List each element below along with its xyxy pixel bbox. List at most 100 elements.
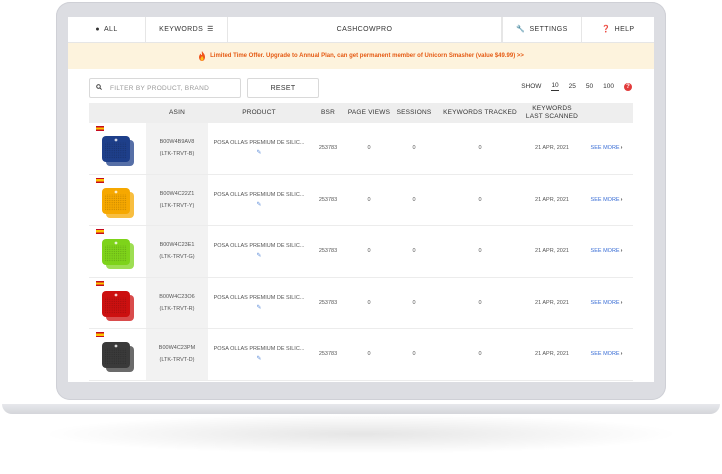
show-option-50[interactable]: 50: [586, 83, 593, 90]
user-icon: ●: [95, 26, 100, 33]
product-thumbnail[interactable]: [95, 126, 140, 170]
edit-icon[interactable]: ✎: [256, 149, 261, 156]
asin-value[interactable]: B00W4B9AV8: [160, 139, 195, 145]
product-name[interactable]: POSA OLLAS PREMIUM DE SILIC...: [214, 243, 305, 249]
show-option-10[interactable]: 10: [551, 82, 559, 91]
keywords-tracked-value: 0: [478, 196, 482, 203]
see-more-link[interactable]: SEE MORE›: [591, 300, 623, 306]
product-cell: POSA OLLAS PREMIUM DE SILIC... ✎: [208, 123, 310, 174]
bsr-value: 253783: [318, 351, 338, 358]
edit-icon[interactable]: ✎: [256, 355, 261, 362]
col-page-views[interactable]: PAGE VIEWS: [346, 103, 392, 123]
nav-help-label: HELP: [614, 26, 635, 33]
table-row-3[interactable]: B00W4C23E1 (LTK-TRVT-G) POSA OLLAS PREMI…: [89, 226, 633, 278]
col-last-line2: LAST SCANNED: [525, 113, 579, 120]
see-more-link[interactable]: SEE MORE›: [591, 145, 623, 151]
show-label: SHOW: [521, 83, 542, 90]
potholder-image: [100, 184, 136, 220]
nav-all-label: ALL: [103, 26, 118, 33]
edit-icon[interactable]: ✎: [256, 252, 261, 259]
spain-flag-icon: [95, 177, 104, 183]
nav-help[interactable]: ❓ HELP: [582, 17, 654, 42]
reset-button[interactable]: RESET: [247, 78, 319, 98]
table-row-4[interactable]: B00W4C23O6 (LTK-TRVT-R) POSA OLLAS PREMI…: [89, 277, 633, 329]
last-scanned-value: 21 APR, 2021: [535, 196, 569, 203]
sessions-value: 0: [412, 299, 416, 306]
table-header: ASIN PRODUCT BSR PAGE VIEWS SESSIONS KEY…: [89, 103, 633, 123]
col-keywords-last-scanned[interactable]: KEYWORDS LAST SCANNED: [524, 103, 580, 123]
product-image-cell: [89, 175, 146, 226]
promo-banner[interactable]: Limited Time Offer. Upgrade to Annual Pl…: [68, 43, 654, 69]
product-thumbnail[interactable]: [95, 280, 140, 325]
help-circle-icon[interactable]: ?: [624, 82, 632, 91]
table-row-5[interactable]: B00W4C23PM (LTK-TRVT-D) POSA OLLAS PREMI…: [89, 329, 633, 381]
chevron-right-icon: ›: [620, 196, 623, 203]
edit-icon[interactable]: ✎: [256, 201, 261, 208]
sku-value: (LTK-TRVT-R): [159, 305, 195, 312]
product-name[interactable]: POSA OLLAS PREMIUM DE SILIC...: [214, 192, 305, 198]
see-more-link[interactable]: SEE MORE›: [591, 197, 623, 203]
table-row-2[interactable]: B00W4C22Z1 (LTK-TRVT-Y) POSA OLLAS PREMI…: [89, 174, 633, 226]
asin-value[interactable]: B00W4C23PM: [159, 345, 195, 351]
asin-cell: B00W4C23E1 (LTK-TRVT-G): [146, 226, 208, 277]
col-product[interactable]: PRODUCT: [208, 103, 310, 123]
product-image-cell: [89, 278, 146, 329]
potholder-image: [100, 235, 136, 271]
page-views-value: 0: [367, 248, 371, 255]
nav-all[interactable]: ● ALL: [68, 17, 146, 42]
product-cell: POSA OLLAS PREMIUM DE SILIC... ✎: [208, 175, 310, 226]
product-thumbnail[interactable]: [95, 332, 140, 376]
spain-flag-icon: [95, 332, 104, 338]
col-sessions[interactable]: SESSIONS: [392, 103, 436, 123]
see-more-link[interactable]: SEE MORE›: [591, 248, 623, 254]
see-more-cell: SEE MORE›: [580, 329, 633, 380]
table-row-1[interactable]: B00W4B9AV8 (LTK-TRVT-B) POSA OLLAS PREMI…: [89, 123, 633, 175]
product-image-cell: [89, 226, 146, 277]
nav-settings-label: SETTINGS: [529, 26, 568, 33]
product-cell: POSA OLLAS PREMIUM DE SILIC... ✎: [208, 226, 310, 277]
asin-cell: B00W4C23PM (LTK-TRVT-D): [146, 329, 208, 380]
nav-keywords-label: KEYWORDS: [159, 26, 204, 33]
edit-icon[interactable]: ✎: [256, 304, 261, 311]
spain-flag-icon: [95, 280, 104, 286]
sku-value: (LTK-TRVT-G): [159, 254, 195, 261]
potholder-image: [100, 132, 136, 168]
col-keywords-tracked[interactable]: KEYWORDS TRACKED: [436, 103, 524, 123]
sessions-value: 0: [412, 145, 416, 152]
product-name[interactable]: POSA OLLAS PREMIUM DE SILIC...: [214, 140, 305, 146]
page-size-selector: SHOW 10 25 50 100 ?: [521, 82, 632, 91]
search-input[interactable]: [110, 84, 230, 92]
show-option-100[interactable]: 100: [603, 83, 614, 90]
asin-cell: B00W4C23O6 (LTK-TRVT-R): [146, 277, 208, 328]
see-more-cell: SEE MORE›: [580, 175, 633, 226]
asin-value[interactable]: B00W4C23O6: [159, 294, 194, 300]
page-views-value: 0: [367, 351, 371, 358]
nav-brand[interactable]: CASHCOWPRO: [228, 17, 502, 42]
nav-keywords[interactable]: KEYWORDS ☰: [146, 17, 228, 42]
flame-icon: [198, 51, 206, 61]
product-image-cell: [89, 123, 146, 174]
table-body: B00W4B9AV8 (LTK-TRVT-B) POSA OLLAS PREMI…: [89, 123, 633, 381]
see-more-cell: SEE MORE›: [580, 278, 633, 329]
bsr-value: 253783: [318, 248, 338, 255]
asin-cell: B00W4C22Z1 (LTK-TRVT-Y): [146, 174, 208, 225]
product-name[interactable]: POSA OLLAS PREMIUM DE SILIC...: [214, 346, 305, 352]
product-thumbnail[interactable]: [95, 229, 140, 273]
chevron-right-icon: ›: [620, 145, 623, 152]
sku-value: (LTK-TRVT-B): [159, 151, 195, 158]
search-icon: [96, 84, 102, 92]
nav-settings[interactable]: 🔧 SETTINGS: [502, 17, 582, 42]
question-icon: ❓: [601, 26, 611, 33]
asin-value[interactable]: B00W4C22Z1: [160, 191, 195, 197]
see-more-link[interactable]: SEE MORE›: [591, 351, 623, 357]
bsr-value: 253783: [318, 145, 338, 152]
keywords-tracked-value: 0: [478, 351, 482, 358]
last-scanned-value: 21 APR, 2021: [535, 299, 569, 306]
asin-value[interactable]: B00W4C23E1: [160, 242, 195, 248]
col-asin[interactable]: ASIN: [146, 103, 208, 123]
product-name[interactable]: POSA OLLAS PREMIUM DE SILIC...: [214, 295, 305, 301]
show-option-25[interactable]: 25: [569, 83, 576, 90]
product-thumbnail[interactable]: [95, 177, 140, 222]
col-bsr[interactable]: BSR: [310, 103, 346, 123]
laptop-shadow: [40, 414, 682, 454]
